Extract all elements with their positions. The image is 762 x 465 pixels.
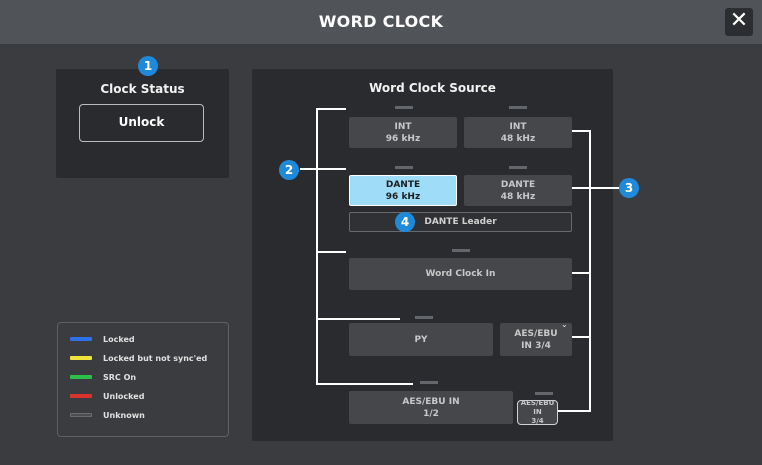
indicator-aes12 xyxy=(420,381,438,384)
dante-leader-field: DANTE Leader xyxy=(349,212,572,232)
dante-48khz-button[interactable]: DANTE 48 kHz xyxy=(464,175,572,206)
py-label: PY xyxy=(414,334,428,345)
badge-2: 2 xyxy=(279,160,299,180)
left-bracket-vertical xyxy=(316,108,318,384)
legend-swatch-unknown xyxy=(70,413,92,417)
clock-status-panel: Clock Status Unlock xyxy=(56,69,229,178)
indicator-dante96 xyxy=(395,166,413,169)
aes-ebu-py-line2: IN 3/4 xyxy=(521,340,551,351)
aes-ebu-py-line1: AES/EBU xyxy=(514,328,558,339)
indicator-py xyxy=(415,316,433,319)
dante-96khz-button[interactable]: DANTE 96 kHz xyxy=(349,175,457,206)
word-clock-in-button[interactable]: Word Clock In xyxy=(349,258,572,290)
aes-ebu-in-12-line2: 1/2 xyxy=(423,408,439,419)
chevron-down-icon[interactable]: ⌄ xyxy=(561,320,568,329)
right-bracket-aes34b-tick xyxy=(558,410,591,412)
badge-3: 3 xyxy=(619,178,639,198)
word-clock-source-title: Word Clock Source xyxy=(369,81,496,95)
clock-status-value: Unlock xyxy=(79,104,204,142)
left-bracket-top-tick xyxy=(316,108,346,110)
indicator-wordclock xyxy=(452,249,470,252)
right-bracket-wordclock-tick xyxy=(572,272,591,274)
word-clock-in-label: Word Clock In xyxy=(425,269,496,279)
right-bracket-int-tick xyxy=(572,130,591,132)
legend-row-unknown: Unknown xyxy=(70,409,145,421)
int-96khz-line2: 96 kHz xyxy=(385,133,421,144)
legend-label: SRC On xyxy=(103,372,137,382)
int-48khz-line2: 48 kHz xyxy=(500,133,536,144)
aes-ebu-in-34-button[interactable]: AES/EBU IN 3/4 xyxy=(517,399,558,425)
indicator-dante48 xyxy=(509,166,527,169)
legend-label: Unlocked xyxy=(103,391,145,401)
badge-4: 4 xyxy=(395,212,415,232)
dante-96khz-line1: DANTE xyxy=(385,179,421,190)
legend-label: Unknown xyxy=(103,410,145,420)
badge-1: 1 xyxy=(138,56,158,76)
indicator-int96 xyxy=(395,106,413,109)
aes-ebu-in-34-line2: 3/4 xyxy=(531,417,544,425)
indicator-aes34 xyxy=(535,392,553,395)
int-96khz-button[interactable]: INT 96 kHz xyxy=(349,117,457,148)
int-48khz-line1: INT xyxy=(509,121,527,132)
indicator-int48 xyxy=(509,106,527,109)
legend-row-locked-not-synced: Locked but not sync'ed xyxy=(70,352,207,364)
legend-swatch-unlocked xyxy=(70,394,92,398)
legend-label: Locked but not sync'ed xyxy=(103,353,208,363)
legend-swatch-not-synced xyxy=(70,356,92,360)
legend-row-unlocked: Unlocked xyxy=(70,390,144,402)
aes-ebu-in-12-line1: AES/EBU IN xyxy=(402,396,460,407)
dante-48khz-line1: DANTE xyxy=(500,179,536,190)
left-bracket-aes-tick xyxy=(316,383,413,385)
aes-ebu-in-34-line1: AES/EBU IN xyxy=(520,399,555,416)
legend-swatch-src-on xyxy=(70,375,92,379)
right-bracket-vertical xyxy=(589,130,591,412)
window-title: WORD CLOCK xyxy=(318,12,444,31)
legend-swatch-locked xyxy=(70,337,92,341)
legend-label: Locked xyxy=(103,334,135,344)
int-96khz-line1: INT xyxy=(394,121,412,132)
aes-ebu-in-12-button[interactable]: AES/EBU IN 1/2 xyxy=(349,391,513,424)
legend-row-src-on: SRC On xyxy=(70,371,136,383)
clock-status-title: Clock Status xyxy=(100,82,185,96)
close-icon[interactable]: ✕ xyxy=(725,8,753,36)
py-button[interactable]: PY xyxy=(349,323,493,356)
left-bracket-wordclock-tick xyxy=(316,251,346,253)
right-bracket-aes34-tick xyxy=(572,336,591,338)
title-bar: WORD CLOCK ✕ xyxy=(0,0,762,44)
dante-leader-label: DANTE Leader xyxy=(424,217,497,227)
legend-row-locked: Locked xyxy=(70,333,135,345)
dante-48khz-line2: 48 kHz xyxy=(500,191,536,202)
int-48khz-button[interactable]: INT 48 kHz xyxy=(464,117,572,148)
dante-96khz-line2: 96 kHz xyxy=(385,191,421,202)
left-bracket-dante-tick xyxy=(300,168,346,170)
left-bracket-py-tick xyxy=(316,318,400,320)
right-bracket-dante-tick xyxy=(572,187,620,189)
